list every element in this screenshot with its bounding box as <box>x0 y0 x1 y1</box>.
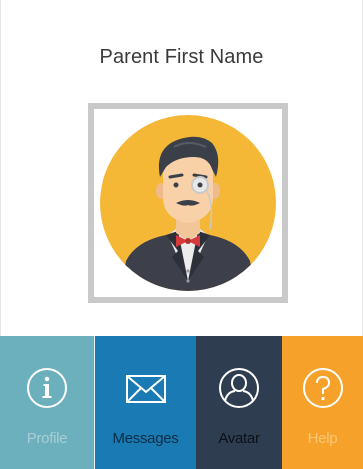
tab-avatar[interactable]: Avatar <box>196 336 282 469</box>
bottom-nav: Profile Messages Avatar Help <box>0 336 363 469</box>
tab-messages-label: Messages <box>112 430 179 447</box>
user-icon <box>217 366 261 410</box>
tab-help-label: Help <box>307 430 338 447</box>
envelope-icon <box>124 366 168 410</box>
avatar-image <box>100 115 276 291</box>
question-icon <box>301 366 345 410</box>
info-icon <box>25 366 69 410</box>
parent-name-title: Parent First Name <box>99 46 264 68</box>
avatar-frame[interactable] <box>88 103 288 303</box>
tab-avatar-label: Avatar <box>218 430 260 447</box>
profile-card: Parent First Name Profile Messages Avata… <box>0 0 363 469</box>
tab-profile-label: Profile <box>26 430 68 447</box>
tab-profile[interactable]: Profile <box>0 336 94 469</box>
tab-help[interactable]: Help <box>282 336 363 469</box>
tab-messages[interactable]: Messages <box>94 336 196 469</box>
